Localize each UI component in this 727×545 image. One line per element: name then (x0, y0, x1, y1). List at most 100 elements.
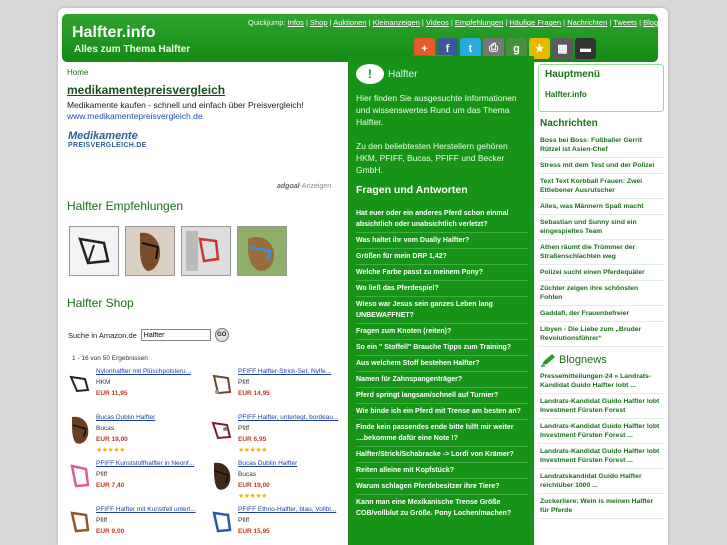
halter-icon[interactable] (68, 508, 92, 536)
product-name[interactable]: PFIFF Ethno-Halfter, blau, Vollbl... (238, 506, 342, 513)
halter-thumb[interactable] (69, 226, 119, 276)
qa-item[interactable]: Halfter/Strick/Schabracke -> Lordi von K… (356, 446, 528, 462)
qa-item[interactable]: Kann man eine Mexikanische Trense Größe … (356, 494, 528, 521)
amazon-search: Suche in Amazon.de GO (68, 328, 229, 342)
adgoal-label[interactable]: adgoal-Anzeigen (277, 183, 331, 190)
quickjump-link[interactable]: Videos (426, 18, 449, 27)
quickjump-link[interactable]: Häufige Fragen (509, 18, 561, 27)
product-price: EUR 15,95 (238, 528, 270, 535)
product-brand: Bucas (238, 471, 257, 478)
product-name[interactable]: PFIFF Halfter mit Kunstfell unterl... (96, 506, 200, 513)
product-brand: Pfiff (238, 379, 250, 386)
site-subtitle: Alles zum Thema Halfter (74, 44, 191, 55)
site-title[interactable]: Halfter.info (72, 24, 156, 42)
horse-icon[interactable] (210, 462, 234, 490)
halter-icon[interactable] (210, 416, 234, 444)
main-menu-link[interactable]: Halfter.info (545, 90, 657, 99)
product-price: EUR 14,95 (238, 390, 270, 397)
quickjump-link[interactable]: Tweets (613, 18, 637, 27)
site-header: Halfter.info Alles zum Thema Halfter Qui… (62, 14, 668, 62)
halter-icon[interactable] (68, 370, 92, 398)
qa-item[interactable]: Wie binde ich ein Pferd mit Trense am be… (356, 403, 528, 419)
quickjump-link[interactable]: Kleinanzeigen (373, 18, 420, 27)
news-item[interactable]: Athen räumt die Trümmer der Straßenschla… (538, 240, 664, 265)
pony-thumb[interactable] (237, 226, 287, 276)
product-price: EUR 9,00 (96, 528, 125, 535)
product-price: EUR 19,00 (96, 436, 128, 443)
main-menu: Hauptmenü Halfter.info (538, 64, 664, 112)
news-item[interactable]: Züchter zeigen ihre schönsten Fohlen (538, 281, 664, 306)
quickjump-link[interactable]: Nachrichten (567, 18, 607, 27)
horse-thumb[interactable] (125, 226, 175, 276)
blognews-item[interactable]: Landrats-Kandidat Guido Halfter lobt Inv… (538, 444, 664, 469)
product-name[interactable]: PFIFF Halfter, unterlegt, bordeau... (238, 414, 342, 421)
blognews-item[interactable]: Pressemitteilungen-24 » Landrats-Kandida… (538, 369, 664, 394)
qa-item[interactable]: Hat euer oder ein anderes Pferd schon ei… (356, 206, 528, 232)
product-brand: Pfiff (238, 425, 250, 432)
qa-item[interactable]: Größen für mein DRP 1,42? (356, 248, 528, 264)
quickjump-link[interactable]: Shop (310, 18, 328, 27)
qa-item[interactable]: Wo ließ das Pferdespiel? (356, 280, 528, 296)
quickjump-link[interactable]: Infos (288, 18, 304, 27)
product-name[interactable]: PFIFF Kunststoffhalfter in Neonf... (96, 460, 200, 467)
product-name[interactable]: Nylonhalfter mit Plüschpolsteru... (96, 368, 200, 375)
qa-item[interactable]: Reiten alleine mit Kopfstück? (356, 462, 528, 478)
halter-set-thumb[interactable] (181, 226, 231, 276)
halter-icon[interactable] (68, 462, 92, 490)
search-input[interactable] (140, 329, 211, 341)
qa-item[interactable]: Warum schlagen Pferdebesitzer ihre Tiere… (356, 478, 528, 494)
ad-title[interactable]: medikamentepreisvergleich (67, 83, 344, 97)
product-item: Bucas Dublin Halfter Bucas EUR 19,00 ★★★… (68, 414, 208, 458)
go-button[interactable]: GO (214, 328, 229, 342)
qa-item[interactable]: Finde kein passendes ende bitte hilft mi… (356, 419, 528, 446)
news-item[interactable]: Polizei sucht einen Pferdequäler (538, 265, 664, 281)
qa-item[interactable]: Pferd springt langsam/schnell auf Turnie… (356, 387, 528, 403)
quickjump-link[interactable]: Auktionen (333, 18, 366, 27)
blognews-item[interactable]: Landratskandidat Guido Halfter reichtübe… (538, 469, 664, 494)
news-item[interactable]: Sebastian und Sunny sind ein eingespielt… (538, 215, 664, 240)
blognews-item[interactable]: Zuckerliere: Wein is meinen Halfter für … (538, 494, 664, 519)
qa-item[interactable]: Fragen zum Knoten (reiten)? (356, 323, 528, 339)
news-item[interactable]: Gaddafi, der Frauenbefreier (538, 306, 664, 322)
halter-icon[interactable] (210, 370, 234, 398)
ad-logo-line1: Medikamente (68, 130, 138, 142)
horse-icon[interactable] (68, 416, 92, 444)
news-item[interactable]: Text Text Korbball Frauen: Zwei Ettleben… (538, 174, 664, 199)
middle-column: ! Halfter Hier finden Sie ausgesuchte In… (348, 56, 534, 545)
intro-title: Halfter (388, 68, 418, 80)
qa-heading: Fragen und Antworten (356, 184, 468, 196)
product-name[interactable]: Bucas Dublin Halfter (238, 460, 342, 467)
qa-list: Hat euer oder ein anderes Pferd schon ei… (356, 206, 528, 521)
news-item[interactable]: Stress mit dem Test und der Polizei (538, 158, 664, 174)
quickjump-link[interactable]: Empfehlungen (455, 18, 503, 27)
delicious-icon[interactable]: ▦ (552, 38, 573, 59)
halter-icon[interactable] (210, 508, 234, 536)
ad-url[interactable]: www.medikamentepreisvergleich.de (67, 111, 344, 121)
qa-item[interactable]: Was haltet ihr vom Dually Halfter? (356, 232, 528, 248)
search-label: Suche in Amazon.de (68, 330, 137, 340)
product-brand: Pfiff (238, 517, 250, 524)
product-name[interactable]: Bucas Dublin Halfter (96, 414, 200, 421)
news-item[interactable]: Alles, was Männern Spaß macht (538, 199, 664, 215)
blognews-item[interactable]: Landrats-Kandidat Guido Halfter lobt Inv… (538, 419, 664, 444)
digg-icon[interactable]: ▬ (575, 38, 596, 59)
product-item: PFIFF Halfter-Strick-Set, Nylfe... Pfiff… (210, 368, 350, 412)
qa-item[interactable]: So ein " Stoffell" Brauche Tipps zum Tra… (356, 339, 528, 355)
qa-item[interactable]: Namen für Zahnspangenträger? (356, 371, 528, 387)
intro-text: Hier finden Sie ausgesuchte Informatione… (356, 93, 517, 175)
news-item[interactable]: Boss bei Boss: Fußballer Gerrit Rützel i… (538, 133, 664, 158)
qa-item[interactable]: Aus welchem Stoff bestehen Halfter? (356, 355, 528, 371)
product-name[interactable]: PFIFF Halfter-Strick-Set, Nylfe... (238, 368, 342, 375)
ad-logo[interactable]: Medikamente PREISVERGLEICH.DE (68, 130, 146, 151)
product-item: Bucas Dublin Halfter Bucas EUR 19,00 ★★★… (210, 460, 350, 504)
qa-item[interactable]: Welche Farbe passt zu meinem Pony? (356, 264, 528, 280)
product-brand: Pfiff (96, 471, 108, 478)
quickjump-link[interactable]: Blognews (643, 18, 668, 27)
news-item[interactable]: Libyen - Die Liebe zum „Bruder Revolutio… (538, 322, 664, 347)
product-item: PFIFF Ethno-Halfter, blau, Vollbl... Pfi… (210, 506, 350, 545)
blognews-item[interactable]: Landrats-Kandidat Guido Halfter lobt Inv… (538, 394, 664, 419)
shop-heading: Halfter Shop (67, 296, 134, 310)
qa-item[interactable]: Wieso war Jesus sein ganzes Leben lang U… (356, 296, 528, 323)
breadcrumb[interactable]: Home (67, 68, 344, 77)
blognews-heading: Blognews (540, 353, 664, 367)
